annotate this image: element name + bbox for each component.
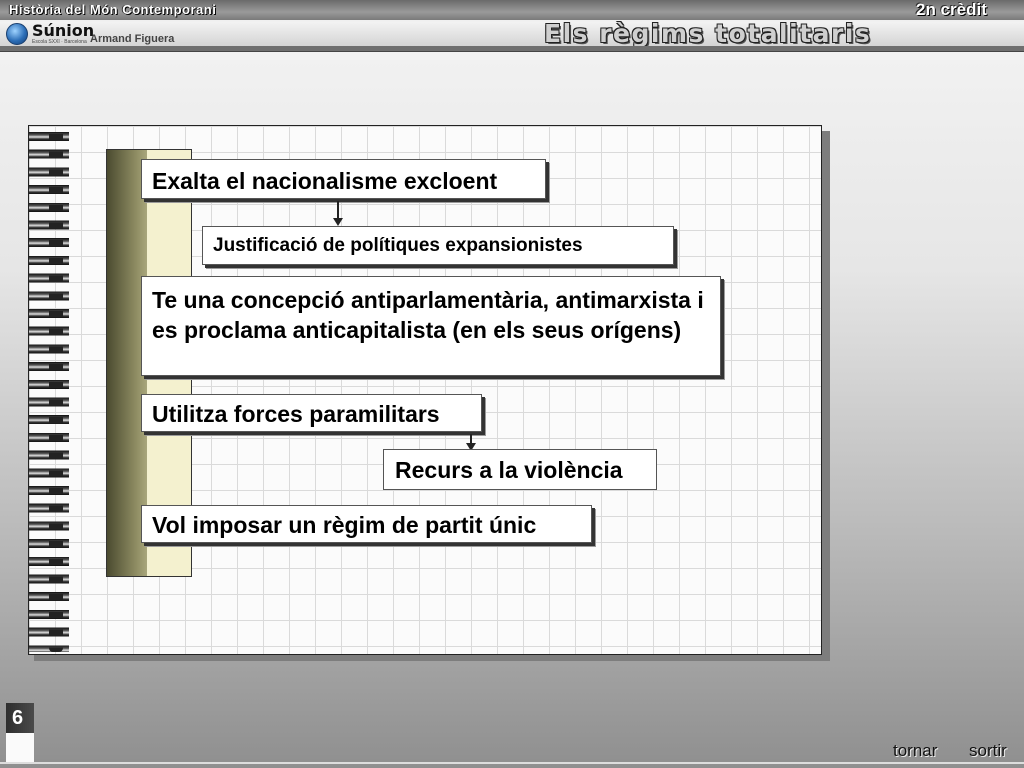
logo-name: Súnion <box>32 21 95 40</box>
arrow-down <box>333 201 343 226</box>
concept-text: Te una concepció antiparlamentària, anti… <box>152 287 704 343</box>
concept-box-antiparliamentary: Te una concepció antiparlamentària, anti… <box>141 276 721 376</box>
concept-box-violence: Recurs a la violència <box>383 449 657 490</box>
concept-box-expansionism: Justificació de polítiques expansioniste… <box>202 226 674 265</box>
concept-box-nationalism: Exalta el nacionalisme excloent <box>141 159 546 199</box>
spiral-binding <box>29 128 69 652</box>
header-bottom-stripe <box>0 46 1024 52</box>
header-bar: Història del Món Contemporani 2n crèdit … <box>0 0 1024 52</box>
concept-text: Exalta el nacionalisme excloent <box>152 168 498 194</box>
credit-label: 2n crèdit <box>916 0 987 19</box>
concept-box-single-party: Vol imposar un règim de partit únic <box>141 505 592 543</box>
concept-text: Justificació de polítiques expansioniste… <box>213 235 583 256</box>
exit-link[interactable]: sortir <box>969 741 1007 761</box>
logo-subtitle: Escola SXXI · Barcelona <box>32 39 87 45</box>
author-name: Armand Figuera <box>90 33 175 45</box>
page-number: 6 <box>12 707 24 729</box>
concept-box-paramilitary: Utilitza forces paramilitars <box>141 394 482 432</box>
globe-icon <box>6 23 28 45</box>
concept-text: Utilitza forces paramilitars <box>152 401 440 427</box>
course-title: Història del Món Contemporani <box>9 2 217 17</box>
slide-title: Els règims totalitaris <box>544 19 872 48</box>
page-number-badge: 6 <box>6 703 34 763</box>
concept-text: Vol imposar un règim de partit únic <box>152 512 537 538</box>
back-link[interactable]: tornar <box>893 741 937 761</box>
arrow-down <box>466 434 476 451</box>
footer-divider <box>0 762 1024 764</box>
concept-text: Recurs a la violència <box>395 457 623 483</box>
sunion-logo: Súnion Escola SXXI · Barcelona <box>6 23 94 45</box>
